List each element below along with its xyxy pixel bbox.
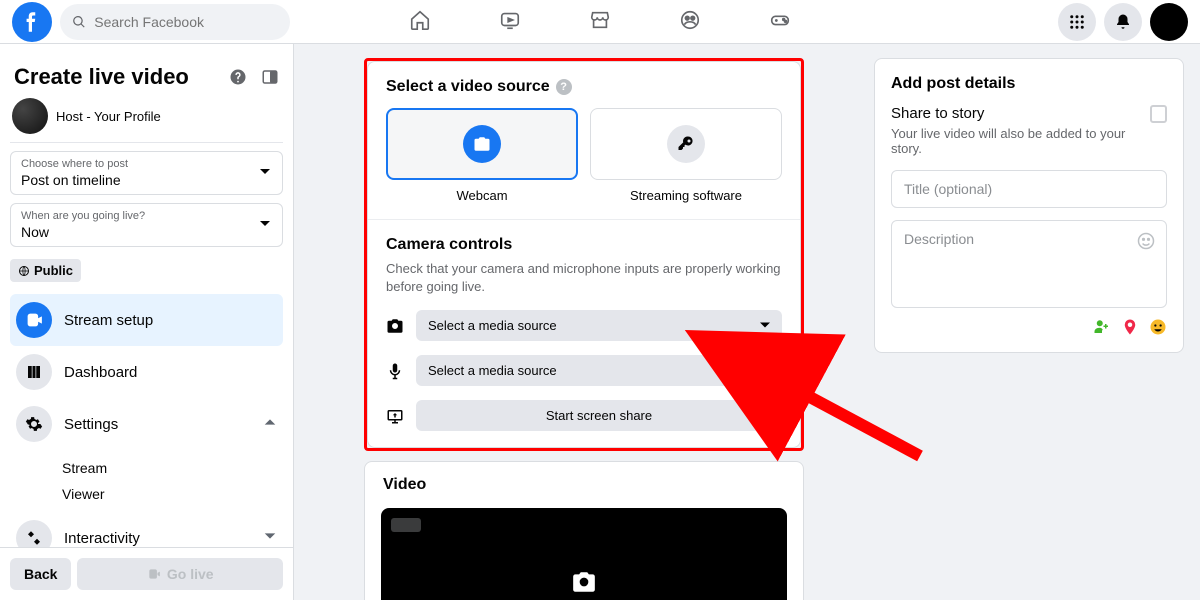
search-icon bbox=[72, 14, 86, 30]
bell-icon bbox=[1114, 13, 1132, 31]
help-tooltip-icon[interactable]: ? bbox=[556, 79, 572, 95]
interactivity-icon bbox=[16, 520, 52, 547]
screen-share-icon bbox=[386, 407, 404, 425]
sidebar-item-stream[interactable]: Stream bbox=[10, 460, 283, 476]
start-screen-share-button[interactable]: Start screen share bbox=[416, 400, 782, 431]
search-input-wrap[interactable] bbox=[60, 4, 290, 40]
grid-icon bbox=[1068, 13, 1086, 31]
chevron-down-icon bbox=[260, 216, 270, 234]
help-icon[interactable] bbox=[229, 68, 247, 86]
host-row: Host - Your Profile bbox=[10, 98, 283, 143]
host-label: Host - Your Profile bbox=[56, 109, 161, 124]
camera-icon bbox=[463, 125, 501, 163]
tag-people-icon[interactable] bbox=[1093, 318, 1111, 336]
select-source-title: Select a video source bbox=[386, 78, 550, 96]
source-streaming-software[interactable]: Streaming software bbox=[590, 108, 782, 203]
where-value: Post on timeline bbox=[21, 172, 272, 188]
chevron-down-icon bbox=[263, 529, 277, 547]
page-title: Create live video bbox=[14, 64, 189, 90]
chevron-down-icon bbox=[760, 363, 770, 378]
microphone-icon bbox=[386, 362, 404, 380]
when-value: Now bbox=[21, 224, 272, 240]
camera-icon bbox=[386, 317, 404, 335]
notifications-button[interactable] bbox=[1104, 3, 1142, 41]
dashboard-icon bbox=[16, 354, 52, 390]
location-icon[interactable] bbox=[1121, 318, 1139, 336]
nav-marketplace[interactable] bbox=[589, 9, 611, 36]
attachment-icons bbox=[891, 308, 1167, 336]
title-input[interactable]: Title (optional) bbox=[891, 170, 1167, 208]
share-sub: Your live video will also be added to yo… bbox=[891, 126, 1150, 156]
post-details-card: Add post details Share to story Your liv… bbox=[874, 58, 1184, 353]
description-input[interactable]: Description bbox=[891, 220, 1167, 308]
nav-watch[interactable] bbox=[499, 9, 521, 36]
sidebar-item-viewer[interactable]: Viewer bbox=[10, 486, 283, 502]
search-input[interactable] bbox=[94, 14, 278, 30]
menu-grid-button[interactable] bbox=[1058, 3, 1096, 41]
camera-controls-section: Camera controls Check that your camera a… bbox=[368, 219, 800, 447]
sidebar-item-stream-setup[interactable]: Stream setup bbox=[10, 294, 283, 346]
sidebar-item-label: Settings bbox=[64, 416, 118, 433]
left-header: Create live video bbox=[10, 52, 283, 98]
globe-icon bbox=[18, 265, 30, 277]
camera-controls-title: Camera controls bbox=[386, 236, 782, 254]
feeling-icon[interactable] bbox=[1149, 318, 1167, 336]
nav-groups[interactable] bbox=[679, 9, 701, 36]
when-label: When are you going live? bbox=[21, 210, 272, 222]
stream-setup-icon bbox=[16, 302, 52, 338]
sidebar-item-dashboard[interactable]: Dashboard bbox=[10, 346, 283, 398]
profile-avatar[interactable] bbox=[1150, 3, 1188, 41]
video-status-badge bbox=[391, 518, 421, 532]
camera-icon bbox=[571, 569, 597, 595]
sidebar-item-label: Interactivity bbox=[64, 530, 140, 547]
chevron-down-icon bbox=[760, 318, 770, 333]
emoji-icon[interactable] bbox=[1136, 231, 1156, 251]
main-column: Select a video source ? Webcam St bbox=[294, 44, 874, 600]
camera-icon bbox=[147, 567, 161, 581]
top-bar bbox=[0, 0, 1200, 44]
top-right bbox=[1058, 3, 1188, 41]
camera-controls-hint: Check that your camera and microphone in… bbox=[386, 260, 782, 296]
gear-icon bbox=[16, 406, 52, 442]
chevron-down-icon bbox=[260, 164, 270, 182]
post-details-title: Add post details bbox=[891, 75, 1167, 93]
highlight-box: Select a video source ? Webcam St bbox=[364, 58, 804, 451]
where-to-post-select[interactable]: Choose where to post Post on timeline bbox=[10, 151, 283, 195]
share-title: Share to story bbox=[891, 105, 1150, 122]
video-title: Video bbox=[365, 462, 803, 508]
go-live-button[interactable]: Go live bbox=[77, 558, 283, 590]
sidebar-item-label: Dashboard bbox=[64, 364, 137, 381]
share-to-story-row: Share to story Your live video will also… bbox=[891, 105, 1167, 156]
back-button[interactable]: Back bbox=[10, 558, 71, 590]
facebook-logo[interactable] bbox=[12, 2, 52, 42]
key-icon bbox=[667, 125, 705, 163]
select-source-section: Select a video source ? Webcam St bbox=[368, 62, 800, 219]
camera-source-select[interactable]: Select a media source bbox=[416, 310, 782, 341]
nav-gaming[interactable] bbox=[769, 9, 791, 36]
source-webcam[interactable]: Webcam bbox=[386, 108, 578, 203]
sidebar-item-interactivity[interactable]: Interactivity bbox=[10, 512, 283, 547]
nav-home[interactable] bbox=[409, 9, 431, 36]
when-live-select[interactable]: When are you going live? Now bbox=[10, 203, 283, 247]
video-card: Video Allow access to camera bbox=[364, 461, 804, 600]
mic-source-select[interactable]: Select a media source bbox=[416, 355, 782, 386]
chevron-up-icon bbox=[263, 415, 277, 433]
left-footer: Back Go live bbox=[0, 547, 293, 600]
host-avatar bbox=[12, 98, 48, 134]
sidebar-item-label: Stream setup bbox=[64, 312, 153, 329]
video-preview: Allow access to camera bbox=[381, 508, 787, 600]
right-column: Add post details Share to story Your liv… bbox=[874, 44, 1200, 600]
privacy-chip[interactable]: Public bbox=[10, 259, 81, 282]
where-label: Choose where to post bbox=[21, 158, 272, 170]
sidebar-item-settings[interactable]: Settings bbox=[10, 398, 283, 450]
left-panel: Create live video Host - Your Profile Ch… bbox=[0, 44, 294, 600]
panel-icon[interactable] bbox=[261, 68, 279, 86]
share-to-story-checkbox[interactable] bbox=[1150, 105, 1167, 123]
